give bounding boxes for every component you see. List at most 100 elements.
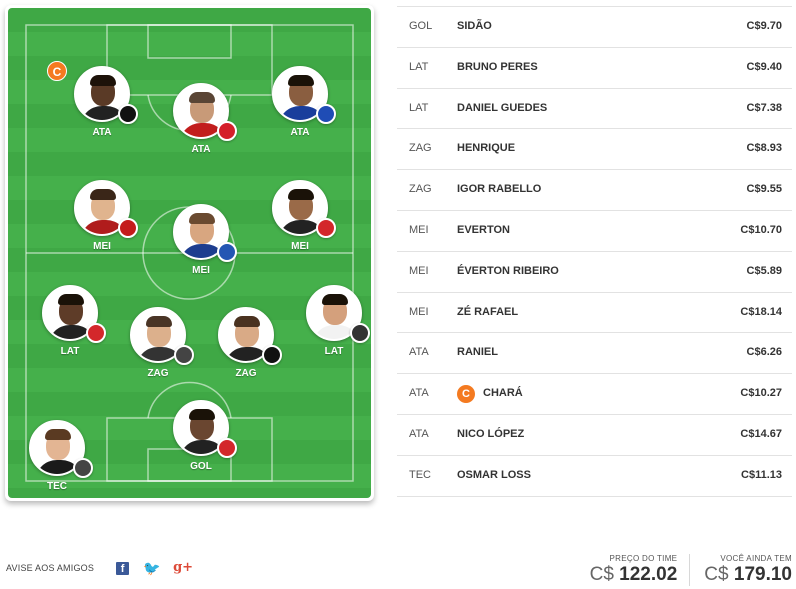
- row-price: C$10.27: [740, 387, 782, 400]
- team-price-title: PREÇO DO TIME: [609, 554, 678, 563]
- player-token[interactable]: LAT: [30, 285, 110, 357]
- player-position-label: MEI: [291, 241, 309, 252]
- row-position: ATA: [409, 346, 429, 359]
- row-player-name: BRUNO PERES: [457, 60, 538, 73]
- row-position: LAT: [409, 60, 429, 73]
- row-position: ATA: [409, 387, 429, 400]
- player-position-label: ATA: [290, 127, 310, 138]
- row-price: C$7.38: [746, 101, 782, 114]
- table-row[interactable]: MEI EVERTON C$10.70: [397, 211, 792, 252]
- row-price: C$9.70: [746, 20, 782, 32]
- row-price: C$18.14: [740, 305, 782, 318]
- captain-badge-icon: C: [47, 61, 67, 81]
- table-row[interactable]: ZAG IGOR RABELLO C$9.55: [397, 170, 792, 211]
- player-position-label: LAT: [60, 346, 80, 357]
- row-player-name: HENRIQUE: [457, 142, 516, 155]
- player-token[interactable]: LAT: [294, 285, 371, 357]
- table-row[interactable]: ATA RANIEL C$6.26: [397, 333, 792, 375]
- player-token[interactable]: ATA: [260, 66, 340, 138]
- row-player-name: ÉVERTON RIBEIRO: [457, 264, 559, 277]
- balance-currency: C$: [704, 564, 729, 585]
- table-row[interactable]: ATA NICO LÓPEZ C$14.67: [397, 415, 792, 456]
- club-shield-icon: [73, 458, 93, 478]
- club-shield-icon: [217, 438, 237, 458]
- table-row[interactable]: GOL SIDÃO C$9.70: [397, 7, 792, 48]
- budget-summary: PREÇO DO TIME C$ 122.02 VOCÊ AINDA TEM C…: [576, 554, 792, 586]
- table-row[interactable]: MEI ZÉ RAFAEL C$18.14: [397, 293, 792, 334]
- club-shield-icon: [316, 218, 336, 238]
- row-price: C$14.67: [740, 427, 782, 440]
- row-player-name: OSMAR LOSS: [457, 468, 531, 481]
- row-player-name: SIDÃO: [457, 20, 492, 32]
- table-row[interactable]: LAT BRUNO PERES C$9.40: [397, 48, 792, 89]
- share-bar: AVISE AOS AMIGOS f 🐦 g+: [6, 560, 193, 576]
- team-price-value: C$ 122.02: [590, 564, 678, 586]
- lineup-field-card: ATA ATA ATA MEI MEI MEI LAT ZAG ZAG LAT TEC GOL C: [5, 5, 374, 501]
- player-token[interactable]: ATA: [62, 66, 142, 138]
- row-position: ZAG: [409, 183, 432, 196]
- captain-icon: C: [457, 385, 475, 404]
- google-plus-icon[interactable]: g+: [173, 560, 193, 576]
- row-position: MEI: [409, 264, 429, 277]
- row-position: MEI: [409, 305, 429, 318]
- lineup-table: GOL SIDÃO C$9.70 LAT BRUNO PERES C$9.40 LAT DAN…: [397, 6, 792, 497]
- row-price: C$9.40: [746, 60, 782, 73]
- row-player-name: ZÉ RAFAEL: [457, 305, 519, 318]
- player-position-label: ZAG: [147, 368, 169, 379]
- player-token[interactable]: GOL: [161, 400, 241, 472]
- table-row[interactable]: TEC OSMAR LOSS C$11.13: [397, 456, 792, 497]
- row-price: C$10.70: [740, 223, 782, 236]
- team-price-amount: 122.02: [619, 564, 678, 585]
- facebook-icon[interactable]: f: [116, 561, 130, 575]
- player-position-label: ATA: [191, 144, 211, 155]
- player-token[interactable]: MEI: [260, 180, 340, 252]
- club-shield-icon: [86, 323, 106, 343]
- row-player-name: NICO LÓPEZ: [457, 427, 525, 440]
- row-price: C$11.13: [741, 468, 782, 481]
- club-shield-icon: [118, 104, 138, 124]
- player-token[interactable]: MEI: [161, 204, 241, 276]
- row-position: ZAG: [409, 142, 432, 155]
- club-shield-icon: [118, 218, 138, 238]
- table-row[interactable]: LAT DANIEL GUEDES C$7.38: [397, 89, 792, 130]
- player-position-label: MEI: [93, 241, 111, 252]
- player-position-label: ZAG: [235, 368, 257, 379]
- row-position: TEC: [409, 468, 431, 481]
- remaining-balance: VOCÊ AINDA TEM C$ 179.10: [690, 554, 792, 586]
- club-shield-icon: [217, 242, 237, 262]
- club-shield-icon: [174, 345, 194, 365]
- player-position-label: ATA: [92, 127, 112, 138]
- club-shield-icon: [262, 345, 282, 365]
- row-price: C$6.26: [746, 346, 782, 359]
- table-row[interactable]: MEI ÉVERTON RIBEIRO C$5.89: [397, 252, 792, 293]
- balance-amount: 179.10: [733, 564, 792, 585]
- row-position: ATA: [409, 427, 429, 440]
- row-position: GOL: [409, 20, 433, 32]
- balance-title: VOCÊ AINDA TEM: [720, 554, 792, 563]
- row-player-name: EVERTON: [457, 223, 510, 236]
- team-price-currency: C$: [589, 564, 614, 585]
- row-player-name: RANIEL: [457, 346, 498, 359]
- player-position-label: TEC: [47, 481, 67, 492]
- balance-value: C$ 179.10: [704, 564, 792, 586]
- row-price: C$9.55: [746, 183, 782, 196]
- table-row[interactable]: ZAG HENRIQUE C$8.93: [397, 129, 792, 171]
- player-token[interactable]: ATA: [161, 83, 241, 155]
- share-label: AVISE AOS AMIGOS: [6, 563, 95, 573]
- row-position: MEI: [409, 223, 429, 236]
- player-token[interactable]: TEC: [17, 420, 97, 492]
- player-token[interactable]: ZAG: [206, 307, 286, 379]
- player-token[interactable]: ZAG: [118, 307, 198, 379]
- player-position-label: GOL: [190, 461, 212, 472]
- row-player-name: IGOR RABELLO: [457, 183, 542, 196]
- twitter-icon[interactable]: 🐦: [143, 560, 160, 576]
- club-shield-icon: [350, 323, 370, 343]
- club-shield-icon: [217, 121, 237, 141]
- table-row[interactable]: ATA C CHARÁ C$10.27: [397, 374, 792, 415]
- club-shield-icon: [316, 104, 336, 124]
- row-price: C$8.93: [746, 142, 782, 155]
- row-player-name: CHARÁ: [483, 387, 523, 400]
- row-price: C$5.89: [746, 264, 782, 277]
- player-position-label: MEI: [192, 265, 210, 276]
- player-token[interactable]: MEI: [62, 180, 142, 252]
